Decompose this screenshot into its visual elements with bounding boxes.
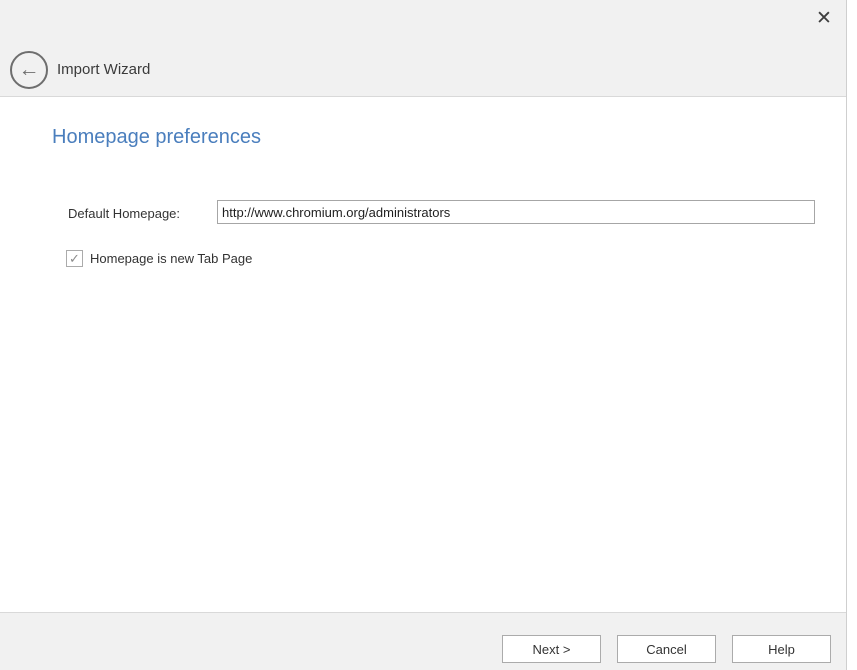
close-icon[interactable]: ✕ xyxy=(810,4,838,32)
back-arrow-icon: ← xyxy=(19,59,40,80)
homepage-newtab-label: Homepage is new Tab Page xyxy=(90,251,252,266)
dialog-header: ✕ ← Import Wizard xyxy=(0,0,846,97)
footer-button-group: Next > Cancel Help xyxy=(502,635,831,663)
dialog-footer: Next > Cancel Help xyxy=(0,612,846,670)
default-homepage-input[interactable] xyxy=(217,200,815,224)
homepage-newtab-checkbox[interactable]: ✓ xyxy=(66,250,83,267)
dialog-title: Import Wizard xyxy=(57,61,150,78)
default-homepage-label: Default Homepage: xyxy=(68,206,180,221)
screen: ✕ ← Import Wizard Homepage preferences D… xyxy=(0,0,857,670)
next-button[interactable]: Next > xyxy=(502,635,601,663)
back-button[interactable]: ← xyxy=(10,51,48,89)
dialog-body: Homepage preferences Default Homepage: ✓… xyxy=(0,98,846,612)
help-button[interactable]: Help xyxy=(732,635,831,663)
cancel-button[interactable]: Cancel xyxy=(617,635,716,663)
homepage-newtab-row[interactable]: ✓ Homepage is new Tab Page xyxy=(66,250,252,267)
import-wizard-dialog: ✕ ← Import Wizard Homepage preferences D… xyxy=(0,0,847,670)
page-title: Homepage preferences xyxy=(52,126,261,149)
